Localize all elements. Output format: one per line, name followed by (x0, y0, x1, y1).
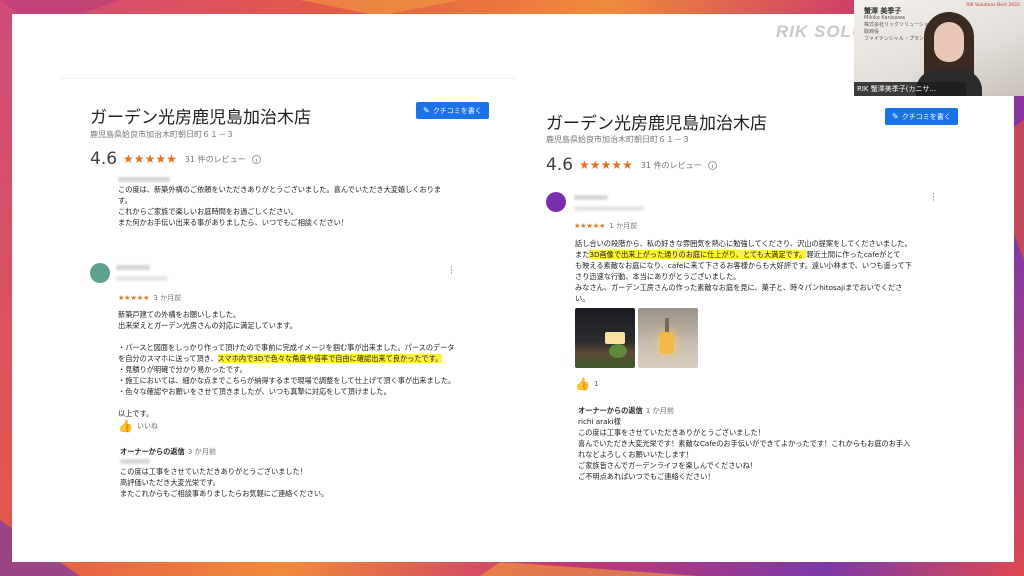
review-photo-lamp[interactable] (638, 308, 698, 368)
review-text: 話し合いの段階から、私の好きな雰囲気を熱心に勉強してくださり、沢山の提案をしてく… (575, 239, 912, 303)
info-icon[interactable] (707, 160, 717, 170)
owner-reply-heading: オーナーからの返信 3 か月前 (120, 447, 217, 456)
review-text: 新築戸建ての外構をお願いしました。 出来栄えとガーデン光房さんの対応に満足してい… (118, 310, 456, 418)
business-title: ガーデン光房鹿児島加治木店 (90, 108, 311, 128)
more-vert-icon[interactable]: · · · (450, 264, 453, 279)
avatar[interactable] (546, 192, 566, 212)
right-review-panel: ガーデン光房鹿児島加治木店 鹿児島県姶良市加治木町朝日町６１－３ 4.6 ★★★… (538, 93, 970, 493)
rating-stars: ★★★★★ (579, 158, 633, 172)
blurred-reviewer-name (574, 195, 608, 200)
review-stars: ★★★★★ 1 か月前 (574, 222, 638, 230)
presenter-face (934, 22, 964, 62)
rating-stars: ★★★★★ (123, 152, 177, 166)
pencil-icon: ✎ (892, 112, 899, 121)
left-review-panel: ガーデン光房鹿児島加治木店 鹿児島県姶良市加治木町朝日町６１－３ 4.6 ★★★… (60, 78, 515, 530)
write-review-button[interactable]: ✎ クチコミを書く (885, 108, 958, 125)
rating-summary: 4.6 ★★★★★ 31 件のレビュー (546, 155, 717, 175)
blurred-reviewer-meta (116, 276, 168, 281)
review-count[interactable]: 31 件のレビュー (641, 160, 702, 171)
avatar[interactable] (90, 263, 110, 283)
business-title: ガーデン光房鹿児島加治木店 (546, 114, 767, 134)
info-icon[interactable] (251, 154, 261, 164)
cam-logo: RIK Solutions Best 2022 (966, 3, 1020, 8)
owner-reply-text: richi araki様 この度は工事をさせていただきありがとうございました！ … (578, 417, 911, 481)
owner-reply-text: この度は工事をさせていただきありがとうございました！ 高評価いただき大変光栄です… (120, 467, 329, 498)
thumb-up-icon: 👍 (575, 377, 590, 391)
highlighted-text: スマホ内で3Dで色々な角度や倍率で自由に確認出来て良かったです。 (217, 354, 443, 363)
highlighted-text: 3D画像で出来上がった通りのお庭に仕上がり、とても大満足です。 (589, 250, 807, 259)
write-review-button[interactable]: ✎ クチコミを書く (416, 102, 489, 119)
blurred-reviewer-name (116, 265, 150, 270)
review-count[interactable]: 31 件のレビュー (185, 154, 246, 165)
webcam-overlay: 蟹澤 美季子 Mikiko Kanisawa 株式会社リックソリューション 取締… (854, 0, 1024, 96)
blurred-reply-name (120, 459, 150, 464)
business-address: 鹿児島県姶良市加治木町朝日町６１－３ (90, 130, 234, 139)
like-button[interactable]: 👍 1 (575, 377, 598, 391)
review-photo-garden[interactable] (575, 308, 635, 368)
rating-value: 4.6 (90, 149, 118, 169)
blurred-reviewer-meta (574, 206, 644, 211)
pencil-icon: ✎ (423, 106, 430, 115)
like-button[interactable]: 👍 いいね (118, 419, 158, 433)
business-address: 鹿児島県姶良市加治木町朝日町６１－３ (546, 135, 690, 144)
rik-watermark: RIK SOLU (776, 22, 866, 41)
owner-reply-heading: オーナーからの返信 1 か月前 (578, 406, 675, 415)
participant-name-label: RIK 蟹澤美季子(カニサ... (854, 82, 966, 96)
thumb-up-icon: 👍 (118, 419, 133, 433)
review-stars: ★★★★★ 3 か月前 (118, 294, 182, 302)
rating-summary: 4.6 ★★★★★ 31 件のレビュー (90, 149, 261, 169)
more-vert-icon[interactable]: · · · (932, 191, 935, 206)
blurred-owner-name (118, 177, 170, 182)
rating-value: 4.6 (546, 155, 574, 175)
owner-reply-text: この度は、新築外構のご依頼をいただきありがとうございました。喜んでいただき大変嬉… (118, 185, 442, 227)
